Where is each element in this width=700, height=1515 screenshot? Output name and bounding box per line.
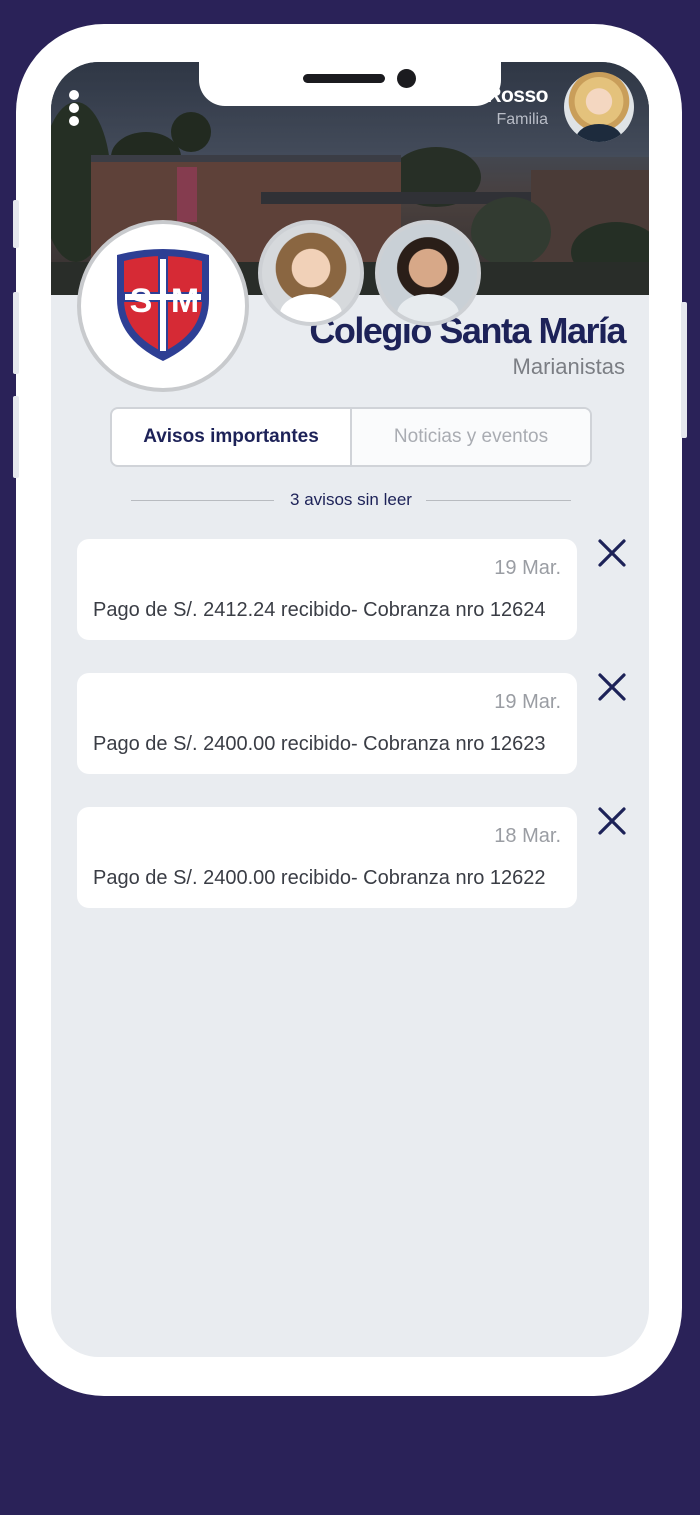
user-role: Familia: [496, 111, 548, 128]
app-screen: Rosso Familia S M Colegio Santa María Ma…: [51, 62, 649, 1357]
school-name: Colegio Santa María: [309, 310, 626, 351]
tab-bar: Avisos importantes Noticias y eventos: [110, 407, 592, 467]
user-avatar[interactable]: [564, 72, 634, 142]
tab-avisos-importantes[interactable]: Avisos importantes: [112, 409, 352, 465]
close-icon[interactable]: [596, 805, 628, 837]
unread-divider: 3 avisos sin leer: [131, 490, 571, 510]
tab-noticias-eventos[interactable]: Noticias y eventos: [352, 409, 590, 465]
notice-date: 18 Mar.: [494, 825, 561, 847]
child-avatar-2[interactable]: [375, 220, 481, 326]
notice-message: Pago de S/. 2412.24 recibido- Cobranza n…: [93, 599, 546, 621]
notice-card[interactable]: 18 Mar. Pago de S/. 2400.00 recibido- Co…: [77, 807, 577, 908]
notice-date: 19 Mar.: [494, 691, 561, 713]
front-camera: [397, 69, 416, 88]
close-icon[interactable]: [596, 671, 628, 703]
notice-message: Pago de S/. 2400.00 recibido- Cobranza n…: [93, 867, 546, 889]
child-avatar-1[interactable]: [258, 220, 364, 326]
svg-text:M: M: [171, 282, 199, 320]
notice-card[interactable]: 19 Mar. Pago de S/. 2400.00 recibido- Co…: [77, 673, 577, 774]
phone-side-button: [13, 200, 19, 248]
phone-power-button: [681, 302, 687, 438]
close-icon[interactable]: [596, 537, 628, 569]
speaker-grille: [303, 74, 385, 83]
phone-volume-down: [13, 396, 19, 478]
school-subtitle: Marianistas: [512, 354, 625, 379]
notice-message: Pago de S/. 2400.00 recibido- Cobranza n…: [93, 733, 546, 755]
svg-text:S: S: [130, 282, 153, 320]
notice-card[interactable]: 19 Mar. Pago de S/. 2412.24 recibido- Co…: [77, 539, 577, 640]
notice-date: 19 Mar.: [494, 557, 561, 579]
shield-logo-icon: S M: [117, 249, 209, 361]
phone-volume-up: [13, 292, 19, 374]
menu-icon[interactable]: [69, 90, 81, 128]
school-logo: S M: [77, 220, 249, 392]
phone-notch: [199, 62, 501, 106]
